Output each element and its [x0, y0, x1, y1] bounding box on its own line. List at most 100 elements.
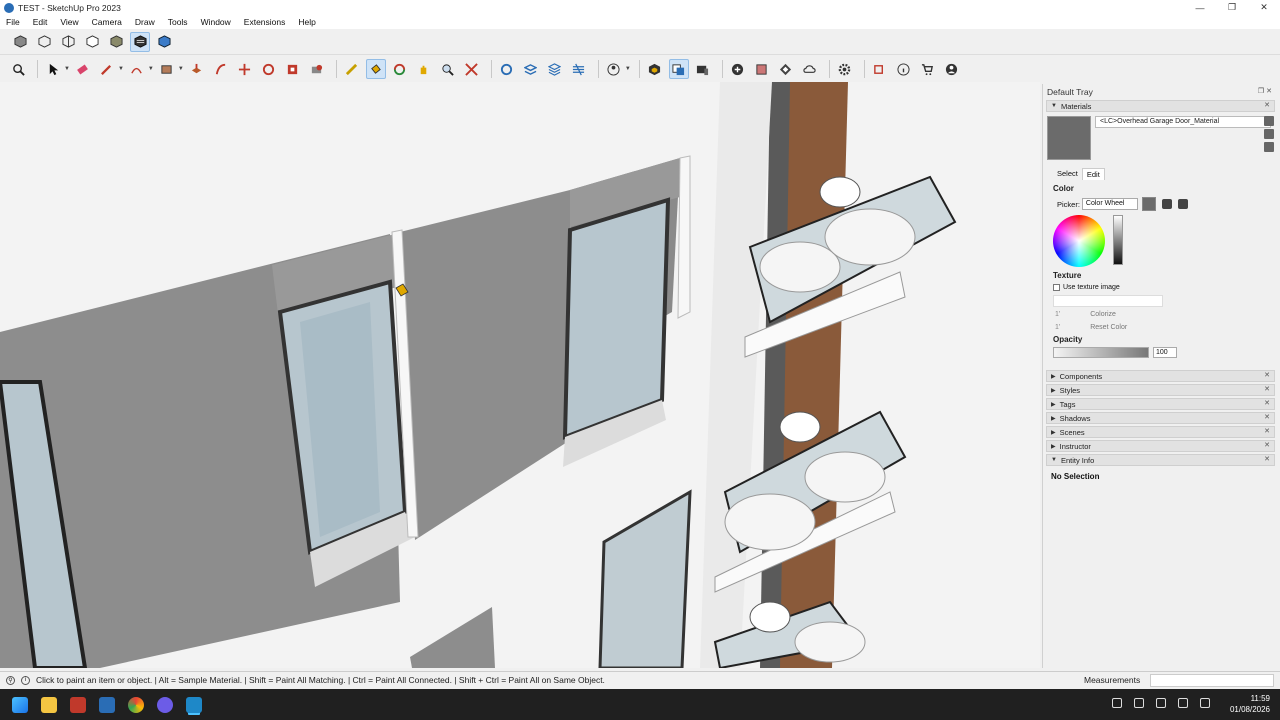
layout-button[interactable]	[545, 59, 565, 79]
shaded-textures-style-button[interactable]	[130, 31, 150, 52]
panel-close-icon[interactable]: ✕	[1264, 101, 1270, 109]
texture-height-field[interactable]: 1'	[1055, 324, 1060, 331]
windows-start-icon[interactable]	[12, 696, 28, 713]
default-material-icon[interactable]	[1264, 142, 1274, 152]
zoom-tool-button[interactable]	[438, 59, 458, 79]
material-name-field[interactable]: <LC>Overhead Garage Door_Material	[1095, 116, 1271, 128]
display-secondary-icon[interactable]	[1264, 116, 1274, 126]
section-plane-button[interactable]	[870, 59, 890, 79]
geo-location-icon[interactable]: ⚲	[6, 675, 15, 685]
close-button[interactable]: ✕	[1248, 0, 1280, 15]
tape-measure-tool-button[interactable]	[342, 59, 362, 79]
material-swatch[interactable]	[1047, 116, 1091, 160]
offset-tool-button[interactable]	[211, 59, 231, 79]
taskbar-clock[interactable]: 11:59 01/08/2026	[1230, 693, 1270, 715]
cloud-tiles-button[interactable]	[776, 59, 796, 79]
create-material-icon[interactable]	[1264, 129, 1274, 139]
sketchup-active-icon[interactable]	[186, 696, 202, 713]
color-wheel[interactable]	[1053, 215, 1105, 267]
extension-manager-button[interactable]	[569, 59, 589, 79]
maximize-button[interactable]: ❐	[1216, 0, 1248, 15]
use-texture-checkbox[interactable]	[1053, 284, 1060, 291]
colorize-checkbox[interactable]: Colorize	[1090, 311, 1127, 318]
network-icon[interactable]	[1156, 698, 1166, 708]
menu-help[interactable]: Help	[298, 17, 315, 27]
eraser-tool-button[interactable]	[73, 59, 93, 79]
menu-draw[interactable]: Draw	[135, 17, 155, 27]
account-button[interactable]	[604, 59, 624, 79]
paint-bucket-tool-button[interactable]	[365, 59, 386, 79]
settings-button[interactable]	[835, 59, 855, 79]
menu-extensions[interactable]: Extensions	[244, 17, 286, 27]
menu-camera[interactable]: Camera	[92, 17, 122, 27]
extension-warehouse-button[interactable]	[521, 59, 541, 79]
measurements-input[interactable]	[1150, 674, 1274, 687]
picker-select[interactable]: Color Wheel	[1081, 198, 1138, 210]
photo-textures-button[interactable]	[752, 59, 772, 79]
match-color-model-icon[interactable]	[1161, 199, 1172, 209]
panel-scenes[interactable]: ▶ Scenes ✕	[1046, 426, 1275, 438]
xray-style-button[interactable]	[10, 32, 30, 52]
match-color-screen-icon[interactable]	[1177, 199, 1188, 209]
panel-components[interactable]: ▶ Components ✕	[1046, 370, 1275, 382]
panel-close-icon[interactable]: ✕	[1264, 441, 1270, 449]
arc-dropdown-caret[interactable]: ▼	[148, 66, 154, 72]
arc-tool-button[interactable]	[127, 59, 147, 79]
account-dropdown-caret[interactable]: ▼	[625, 66, 631, 72]
menu-file[interactable]: File	[6, 17, 20, 27]
move-tool-button[interactable]	[235, 59, 255, 79]
cloud-sync-button[interactable]	[800, 59, 820, 79]
wireframe-style-button[interactable]	[58, 32, 78, 52]
shaded-style-button[interactable]	[106, 32, 126, 52]
add-location-button[interactable]	[728, 59, 748, 79]
shape-dropdown-caret[interactable]: ▼	[178, 66, 184, 72]
scale-tool-button[interactable]	[283, 59, 303, 79]
rotate-tool-button[interactable]	[259, 59, 279, 79]
menu-window[interactable]: Window	[201, 17, 231, 27]
sketchup-taskbar-icon[interactable]	[70, 696, 86, 713]
menu-edit[interactable]: Edit	[33, 17, 48, 27]
minimize-button[interactable]: —	[1184, 0, 1216, 15]
pan-tool-button[interactable]	[414, 59, 434, 79]
follow-me-tool-button[interactable]	[307, 59, 327, 79]
menu-tools[interactable]: Tools	[168, 17, 188, 27]
panel-close-icon[interactable]: ✕	[1264, 427, 1270, 435]
back-edges-style-button[interactable]	[34, 32, 54, 52]
use-texture-row[interactable]: Use texture image	[1043, 284, 1278, 291]
opacity-value-field[interactable]: 100	[1153, 347, 1177, 358]
profile-button[interactable]	[942, 59, 962, 79]
search-tool-button[interactable]	[8, 59, 28, 79]
push-pull-tool-button[interactable]	[187, 59, 207, 79]
panel-close-icon[interactable]: ✕	[1264, 455, 1270, 463]
vs-code-icon[interactable]	[99, 696, 115, 713]
select-tool-button[interactable]	[43, 59, 63, 79]
panel-shadows[interactable]: ▶ Shadows ✕	[1046, 412, 1275, 424]
line-dropdown-caret[interactable]: ▼	[118, 66, 124, 72]
chrome-icon[interactable]	[128, 696, 144, 713]
orbit-tool-button[interactable]	[390, 59, 410, 79]
tab-select[interactable]: Select	[1053, 168, 1082, 180]
file-explorer-icon[interactable]	[41, 696, 57, 713]
panel-close-icon[interactable]: ✕	[1264, 399, 1270, 407]
instructor-button[interactable]	[894, 59, 914, 79]
line-tool-button[interactable]	[97, 59, 117, 79]
menu-view[interactable]: View	[60, 17, 78, 27]
tray-close-icon[interactable]: ❐ ✕	[1258, 87, 1272, 95]
panel-close-icon[interactable]: ✕	[1264, 413, 1270, 421]
brightness-slider[interactable]	[1113, 215, 1123, 265]
panel-close-icon[interactable]: ✕	[1264, 385, 1270, 393]
current-color-swatch[interactable]	[1141, 197, 1156, 211]
components-button[interactable]	[645, 59, 665, 79]
messenger-icon[interactable]	[157, 696, 173, 713]
chevron-up-icon[interactable]	[1112, 698, 1122, 708]
reset-color-button[interactable]: Reset Color	[1090, 324, 1127, 331]
info-icon[interactable]: i	[21, 675, 30, 685]
panel-tags[interactable]: ▶ Tags ✕	[1046, 398, 1275, 410]
warehouse-button[interactable]	[497, 59, 517, 79]
scenes-button[interactable]	[693, 59, 713, 79]
panel-instructor[interactable]: ▶ Instructor ✕	[1046, 440, 1275, 452]
panel-styles[interactable]: ▶ Styles ✕	[1046, 384, 1275, 396]
materials-panel-header[interactable]: ▼ Materials ✕	[1046, 100, 1275, 112]
opacity-slider[interactable]	[1053, 347, 1149, 358]
monochrome-style-button[interactable]	[154, 32, 174, 52]
